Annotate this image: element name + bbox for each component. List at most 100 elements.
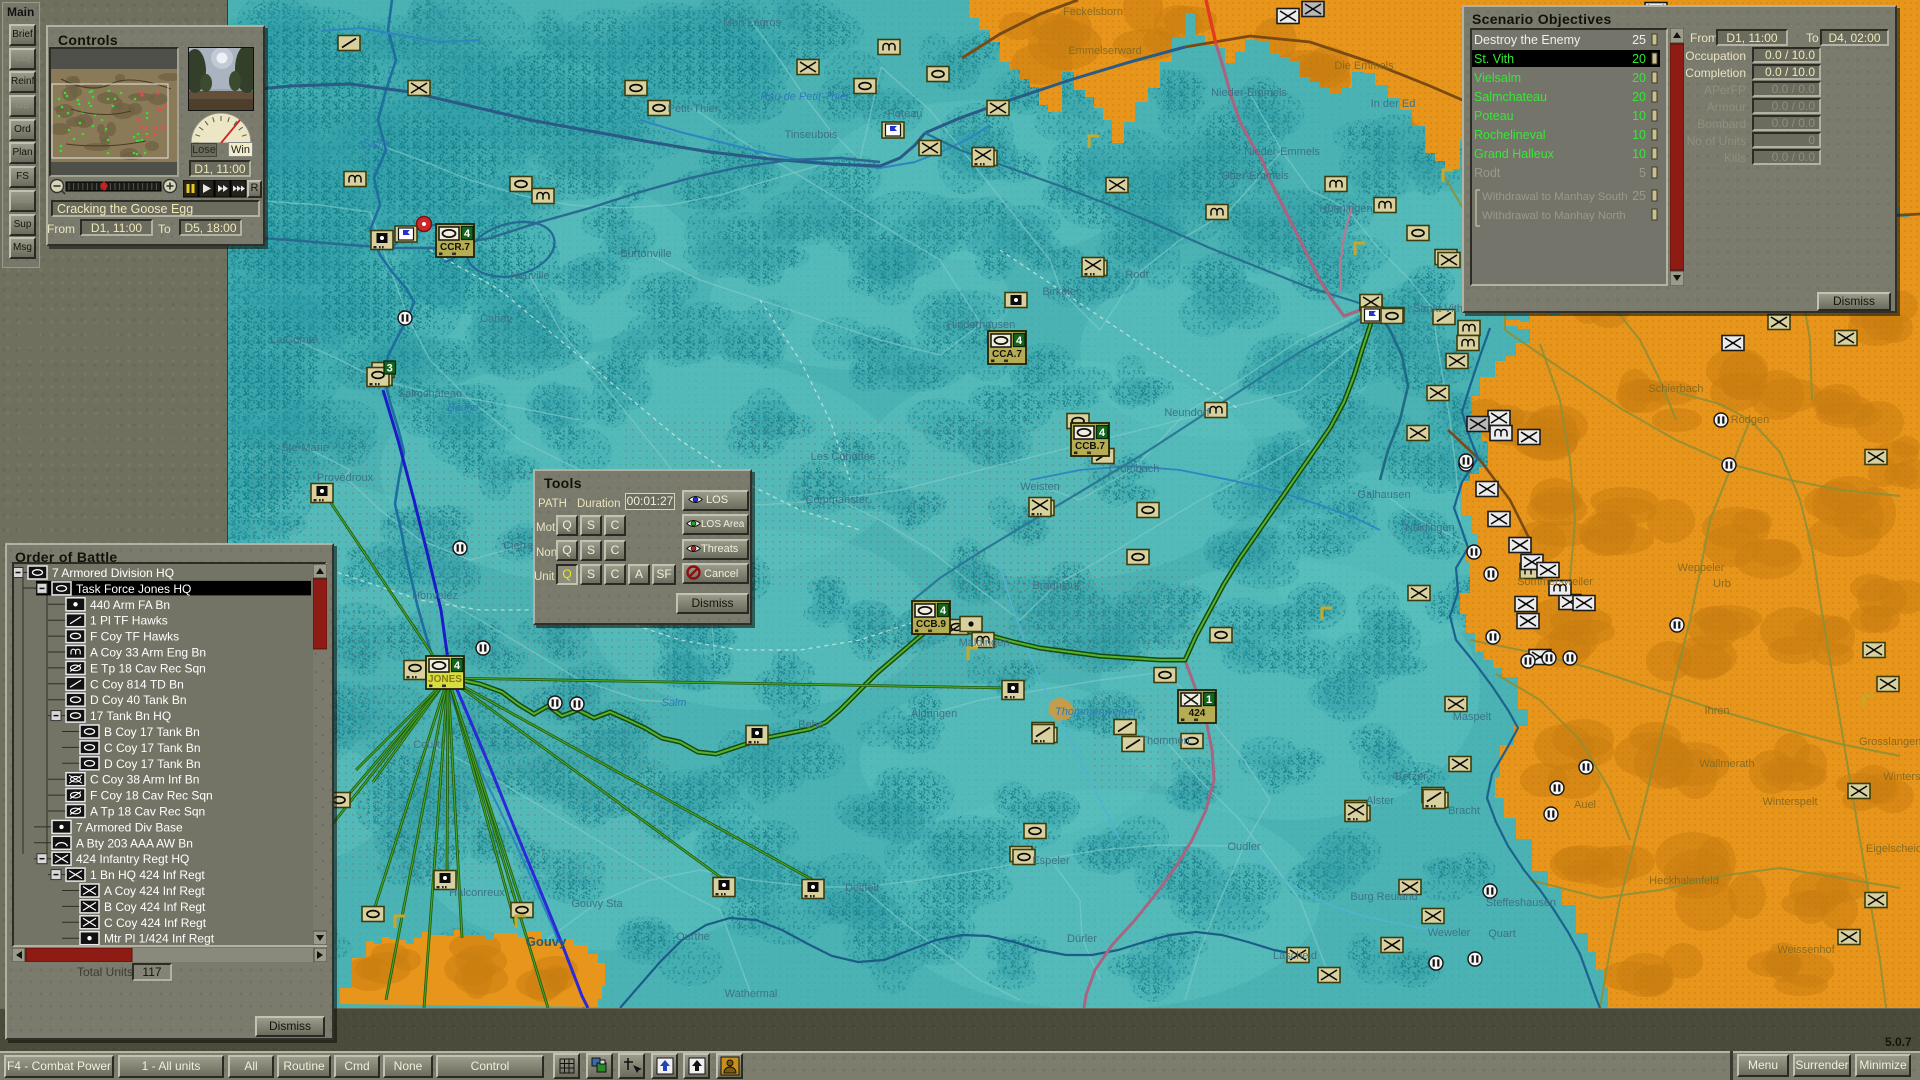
svg-text:Eigelscheid: Eigelscheid [1866, 843, 1920, 855]
svg-text:Poteau: Poteau [888, 108, 923, 120]
svg-text:Halconreux: Halconreux [449, 887, 505, 899]
svg-text:A Coy 33 Arm Eng Bn: A Coy 33 Arm Eng Bn [90, 646, 206, 660]
svg-text:Lascheid: Lascheid [1273, 950, 1317, 962]
svg-text:Alster: Alster [1366, 795, 1394, 807]
svg-text:Oudler: Oudler [1227, 841, 1260, 853]
svg-text:Courtil: Courtil [413, 739, 445, 751]
svg-text:Sommersweiler: Sommersweiler [1517, 576, 1593, 588]
svg-text:Salm: Salm [362, 138, 387, 150]
svg-text:Salmchâteau: Salmchâteau [398, 388, 462, 400]
svg-text:CCB.7: CCB.7 [1075, 441, 1105, 452]
svg-text:Hünningen: Hünningen [1319, 203, 1372, 215]
svg-text:D Coy 40 Tank Bn: D Coy 40 Tank Bn [90, 693, 187, 707]
svg-text:Ste-Marie: Ste-Marie [281, 442, 329, 454]
svg-text:Espeler: Espeler [1032, 855, 1070, 867]
svg-text:3: 3 [387, 363, 393, 375]
svg-text:4: 4 [940, 605, 947, 617]
svg-text:424 Infantry Regt HQ: 424 Infantry Regt HQ [76, 852, 189, 866]
svg-text:Heckhalenfeld: Heckhalenfeld [1649, 875, 1719, 887]
svg-text:Burg Reuland: Burg Reuland [1350, 891, 1417, 903]
svg-text:Rochelineval: Rochelineval [1474, 128, 1546, 142]
svg-text:25: 25 [1632, 33, 1646, 47]
svg-text:440 Arm FA Bn: 440 Arm FA Bn [90, 598, 170, 612]
svg-text:Rödgen: Rödgen [1731, 414, 1770, 426]
svg-text:Thommenweiher: Thommenweiher [1055, 706, 1138, 718]
svg-text:Steffeshausen: Steffeshausen [1486, 897, 1556, 909]
svg-text:B Coy 17 Tank Bn: B Coy 17 Tank Bn [104, 725, 200, 739]
svg-text:10: 10 [1632, 128, 1646, 142]
svg-text:Betzer: Betzer [1395, 771, 1427, 783]
svg-text:C Coy 814 TD Bn: C Coy 814 TD Bn [90, 677, 184, 691]
svg-text:Hinderhausen: Hinderhausen [947, 319, 1016, 331]
svg-text:17 Tank Bn HQ: 17 Tank Bn HQ [90, 709, 171, 723]
svg-text:Neidingen: Neidingen [1405, 522, 1455, 534]
svg-text:Ihren: Ihren [1704, 705, 1729, 717]
svg-text:Aldringen: Aldringen [911, 708, 957, 720]
svg-text:Birkeler: Birkeler [1042, 286, 1080, 298]
svg-text:Honvelez: Honvelez [412, 590, 458, 602]
svg-text:F Coy TF Hawks: F Coy TF Hawks [90, 630, 179, 644]
svg-text:Salmchateau: Salmchateau [1474, 90, 1547, 104]
svg-text:Les Conottes: Les Conottes [811, 451, 876, 463]
svg-text:Thommen: Thommen [1140, 735, 1190, 747]
svg-text:JONES: JONES [428, 674, 462, 685]
svg-text:B Coy 424 Inf Regt: B Coy 424 Inf Regt [104, 900, 206, 914]
svg-text:C Coy 38 Arm Inf Bn: C Coy 38 Arm Inf Bn [90, 773, 199, 787]
svg-text:Urb: Urb [1713, 578, 1731, 590]
svg-text:Tinseubois: Tinseubois [785, 129, 838, 141]
svg-text:Gouvy: Gouvy [526, 934, 567, 949]
svg-text:10: 10 [1632, 109, 1646, 123]
svg-text:Destroy the Enemy: Destroy the Enemy [1474, 33, 1581, 47]
svg-text:E Tp 18 Cav Rec Sqn: E Tp 18 Cav Rec Sqn [90, 661, 206, 675]
svg-text:10: 10 [1632, 147, 1646, 161]
svg-text:Weweler: Weweler [1428, 927, 1471, 939]
svg-text:Sankt Vith: Sankt Vith [1413, 303, 1463, 315]
svg-text:Crombach: Crombach [1109, 463, 1160, 475]
svg-text:Braunlauf: Braunlauf [1032, 580, 1080, 592]
svg-text:4: 4 [464, 228, 471, 240]
svg-text:Weisten: Weisten [1020, 481, 1060, 493]
svg-text:Feckelsborn: Feckelsborn [1063, 6, 1123, 18]
svg-text:Deiffelt: Deiffelt [845, 882, 879, 894]
svg-text:Neuville: Neuville [510, 270, 549, 282]
svg-text:Rau de Petit-Thier: Rau de Petit-Thier [760, 91, 851, 103]
svg-text:Rodt: Rodt [1474, 166, 1501, 180]
svg-text:1 Bn HQ 424 Inf Regt: 1 Bn HQ 424 Inf Regt [90, 868, 205, 882]
svg-text:Grosslangenfeld: Grosslangenfeld [1859, 736, 1920, 748]
svg-text:4: 4 [1016, 335, 1023, 347]
svg-text:Dürler: Dürler [1067, 933, 1097, 945]
svg-text:Winterspelt: Winterspelt [1762, 796, 1817, 808]
svg-text:Ober-Emmels: Ober-Emmels [1221, 170, 1289, 182]
svg-text:25: 25 [1632, 189, 1646, 203]
svg-text:F Coy 18 Cav Rec Sqn: F Coy 18 Cav Rec Sqn [90, 789, 213, 803]
svg-text:Wathermal: Wathermal [725, 988, 778, 1000]
svg-text:Quart: Quart [1488, 928, 1516, 940]
svg-text:4: 4 [454, 660, 461, 672]
svg-text:Nieder-Emmels: Nieder-Emmels [1211, 87, 1287, 99]
svg-text:C Coy 17 Tank Bn: C Coy 17 Tank Bn [104, 741, 201, 755]
svg-text:D Coy 17 Tank Bn: D Coy 17 Tank Bn [104, 757, 201, 771]
svg-text:A Tp 18 Cav Rec Sqn: A Tp 18 Cav Rec Sqn [90, 805, 205, 819]
svg-text:Wintersp: Wintersp [1883, 771, 1920, 783]
svg-text:Withdrawal to Manhay South: Withdrawal to Manhay South [1482, 191, 1628, 203]
svg-text:20: 20 [1632, 90, 1646, 104]
svg-text:Maspelt: Maspelt [1453, 711, 1492, 723]
svg-text:La Comté: La Comté [270, 334, 318, 346]
svg-text:Rodt: Rodt [1125, 269, 1148, 281]
svg-text:A Bty 203 AAA AW Bn: A Bty 203 AAA AW Bn [76, 836, 193, 850]
svg-text:Mon Legros: Mon Legros [723, 17, 782, 29]
svg-text:1: 1 [1206, 694, 1212, 706]
svg-text:CCB.9: CCB.9 [916, 619, 946, 630]
svg-text:Bêche: Bêche [447, 402, 478, 414]
svg-text:Weppeler: Weppeler [1678, 562, 1725, 574]
svg-text:Task Force Jones HQ: Task Force Jones HQ [76, 582, 191, 596]
svg-text:Burtonville: Burtonville [620, 248, 671, 260]
svg-text:7 Armored Division HQ: 7 Armored Division HQ [52, 566, 174, 580]
svg-text:C Coy 424 Inf Regt: C Coy 424 Inf Regt [104, 916, 207, 930]
svg-text:424: 424 [1189, 708, 1206, 719]
svg-text:Auel: Auel [1574, 799, 1596, 811]
svg-text:Schierbach: Schierbach [1648, 383, 1703, 395]
svg-text:Petit-Thier: Petit-Thier [668, 103, 719, 115]
svg-text:5: 5 [1639, 166, 1646, 180]
svg-text:Bracht: Bracht [1448, 805, 1480, 817]
